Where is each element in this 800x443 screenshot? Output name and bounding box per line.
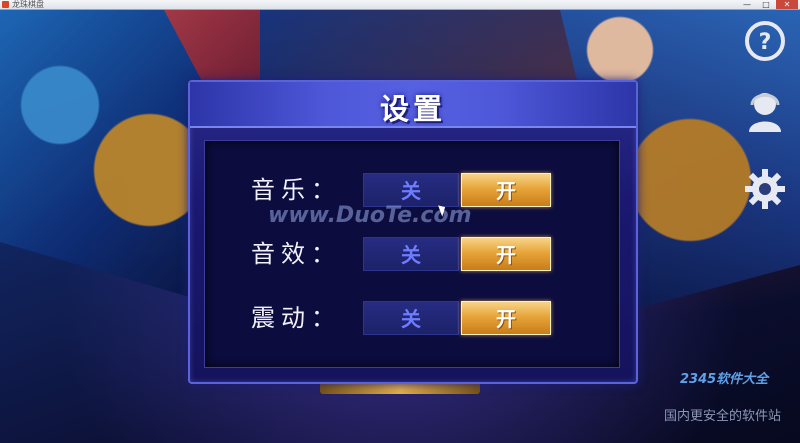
dialog-title: 设置	[379, 92, 446, 126]
settings-panel: 音乐： 关 开 音效： 关 开 震动： 关 开	[204, 140, 620, 368]
user-icon[interactable]	[742, 88, 788, 134]
dialog-header: 设置	[190, 82, 636, 128]
close-button[interactable]: ✕	[776, 0, 798, 9]
vibration-off-button[interactable]: 关	[363, 301, 459, 335]
sound-on-button[interactable]: 开	[461, 237, 551, 271]
vibration-label: 震动：	[251, 304, 341, 332]
settings-dialog: 设置 音乐： 关 开 音效： 关 开 震动： 关 开	[188, 80, 638, 384]
window-title: 龙珠棋盘	[12, 0, 44, 9]
minimize-button[interactable]: —	[738, 0, 756, 9]
app-icon	[2, 1, 9, 8]
vibration-on-button[interactable]: 开	[461, 301, 551, 335]
setting-row-sound: 音效： 关 开	[205, 235, 619, 273]
sound-toggle: 关 开	[363, 237, 551, 271]
sound-off-button[interactable]: 关	[363, 237, 459, 271]
gear-icon[interactable]	[742, 166, 788, 212]
music-on-button[interactable]: 开	[461, 173, 551, 207]
help-icon[interactable]: ?	[742, 18, 788, 64]
vibration-toggle: 关 开	[363, 301, 551, 335]
sound-label: 音效：	[251, 240, 341, 268]
music-toggle: 关 开	[363, 173, 551, 207]
music-off-button[interactable]: 关	[363, 173, 459, 207]
maximize-button[interactable]: □	[757, 0, 775, 9]
corner-brand-logo: 2345软件大全	[680, 372, 769, 387]
svg-text:?: ?	[759, 30, 772, 55]
setting-row-vibration: 震动： 关 开	[205, 299, 619, 337]
corner-brand-tagline: 国内更安全的软件站	[664, 409, 782, 424]
left-character-art	[0, 10, 200, 300]
watermark-text: www.DuoTe.com	[268, 203, 472, 228]
window-titlebar: 龙珠棋盘 — □ ✕	[0, 0, 800, 10]
